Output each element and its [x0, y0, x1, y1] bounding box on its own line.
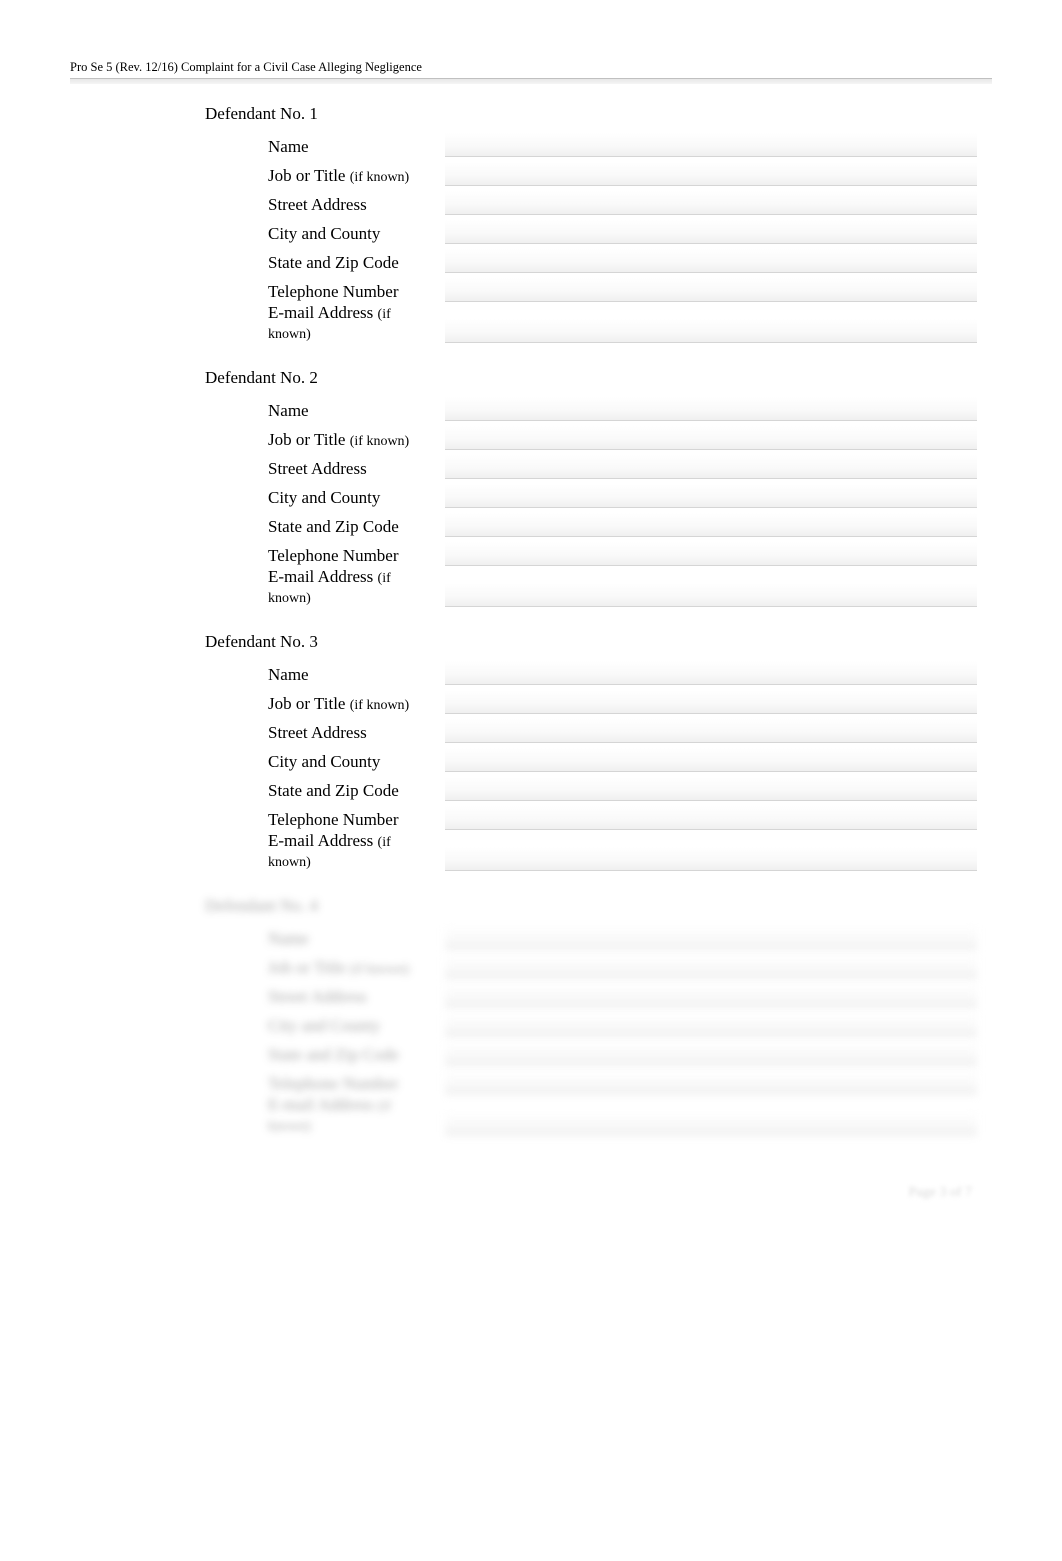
phone-input[interactable]: [445, 1070, 977, 1094]
email-label: E-mail Address (if known): [205, 303, 435, 343]
street-label: Street Address: [205, 195, 435, 215]
defendant-1-section: Defendant No. 1 Name Job or Title (if kn…: [205, 104, 992, 343]
field-row: City and County: [205, 1008, 992, 1036]
state-input[interactable]: [445, 1041, 977, 1065]
email-input[interactable]: [445, 847, 977, 871]
name-input[interactable]: [445, 397, 977, 421]
city-input[interactable]: [445, 484, 977, 508]
name-input[interactable]: [445, 925, 977, 949]
phone-input[interactable]: [445, 278, 977, 302]
defendant-4-title: Defendant No. 4: [205, 896, 992, 916]
field-row: State and Zip Code: [205, 509, 992, 537]
city-label: City and County: [205, 752, 435, 772]
city-label: City and County: [205, 1016, 435, 1036]
phone-label: Telephone Number: [205, 282, 435, 302]
job-label: Job or Title (if known): [205, 694, 435, 714]
job-input[interactable]: [445, 162, 977, 186]
field-row: Street Address: [205, 451, 992, 479]
field-row: Telephone Number: [205, 538, 992, 566]
name-label: Name: [205, 665, 435, 685]
email-input[interactable]: [445, 583, 977, 607]
state-label: State and Zip Code: [205, 517, 435, 537]
email-label: E-mail Address (if known): [205, 1095, 435, 1135]
field-row: Name: [205, 657, 992, 685]
street-input[interactable]: [445, 191, 977, 215]
field-row: State and Zip Code: [205, 245, 992, 273]
phone-label: Telephone Number: [205, 1074, 435, 1094]
email-input[interactable]: [445, 1111, 977, 1135]
job-input[interactable]: [445, 426, 977, 450]
field-row: Name: [205, 129, 992, 157]
field-row: Job or Title (if known): [205, 158, 992, 186]
phone-label: Telephone Number: [205, 810, 435, 830]
street-input[interactable]: [445, 455, 977, 479]
job-label: Job or Title (if known): [205, 166, 435, 186]
field-row: Name: [205, 921, 992, 949]
name-label: Name: [205, 137, 435, 157]
form-header: Pro Se 5 (Rev. 12/16) Complaint for a Ci…: [70, 60, 992, 75]
job-label: Job or Title (if known): [205, 958, 435, 978]
defendant-2-title: Defendant No. 2: [205, 368, 992, 388]
name-label: Name: [205, 929, 435, 949]
job-label: Job or Title (if known): [205, 430, 435, 450]
city-label: City and County: [205, 488, 435, 508]
field-row: Street Address: [205, 187, 992, 215]
field-row: E-mail Address (if known): [205, 831, 992, 871]
state-input[interactable]: [445, 249, 977, 273]
page-number: Page 3 of 7: [70, 1185, 992, 1201]
state-label: State and Zip Code: [205, 1045, 435, 1065]
state-input[interactable]: [445, 513, 977, 537]
field-row: Job or Title (if known): [205, 686, 992, 714]
city-input[interactable]: [445, 748, 977, 772]
defendant-4-section: Defendant No. 4 Name Job or Title (if kn…: [205, 896, 992, 1135]
page-container: Pro Se 5 (Rev. 12/16) Complaint for a Ci…: [0, 0, 1062, 1241]
name-input[interactable]: [445, 133, 977, 157]
defendant-3-title: Defendant No. 3: [205, 632, 992, 652]
field-row: Street Address: [205, 979, 992, 1007]
street-label: Street Address: [205, 987, 435, 1007]
field-row: E-mail Address (if known): [205, 567, 992, 607]
name-input[interactable]: [445, 661, 977, 685]
email-input[interactable]: [445, 319, 977, 343]
job-input[interactable]: [445, 954, 977, 978]
phone-input[interactable]: [445, 806, 977, 830]
phone-input[interactable]: [445, 542, 977, 566]
field-row: City and County: [205, 480, 992, 508]
phone-label: Telephone Number: [205, 546, 435, 566]
city-input[interactable]: [445, 220, 977, 244]
defendant-3-section: Defendant No. 3 Name Job or Title (if kn…: [205, 632, 992, 871]
defendant-2-section: Defendant No. 2 Name Job or Title (if kn…: [205, 368, 992, 607]
city-label: City and County: [205, 224, 435, 244]
city-input[interactable]: [445, 1012, 977, 1036]
street-input[interactable]: [445, 719, 977, 743]
field-row: Street Address: [205, 715, 992, 743]
street-label: Street Address: [205, 459, 435, 479]
header-rule: [70, 78, 992, 84]
field-row: E-mail Address (if known): [205, 303, 992, 343]
defendant-1-title: Defendant No. 1: [205, 104, 992, 124]
name-label: Name: [205, 401, 435, 421]
field-row: Name: [205, 393, 992, 421]
state-label: State and Zip Code: [205, 253, 435, 273]
field-row: Job or Title (if known): [205, 422, 992, 450]
state-input[interactable]: [445, 777, 977, 801]
field-row: State and Zip Code: [205, 1037, 992, 1065]
field-row: Telephone Number: [205, 802, 992, 830]
state-label: State and Zip Code: [205, 781, 435, 801]
field-row: Telephone Number: [205, 1066, 992, 1094]
street-label: Street Address: [205, 723, 435, 743]
field-row: City and County: [205, 216, 992, 244]
field-row: Telephone Number: [205, 274, 992, 302]
email-label: E-mail Address (if known): [205, 567, 435, 607]
field-row: Job or Title (if known): [205, 950, 992, 978]
street-input[interactable]: [445, 983, 977, 1007]
field-row: E-mail Address (if known): [205, 1095, 992, 1135]
field-row: State and Zip Code: [205, 773, 992, 801]
email-label: E-mail Address (if known): [205, 831, 435, 871]
job-input[interactable]: [445, 690, 977, 714]
field-row: City and County: [205, 744, 992, 772]
